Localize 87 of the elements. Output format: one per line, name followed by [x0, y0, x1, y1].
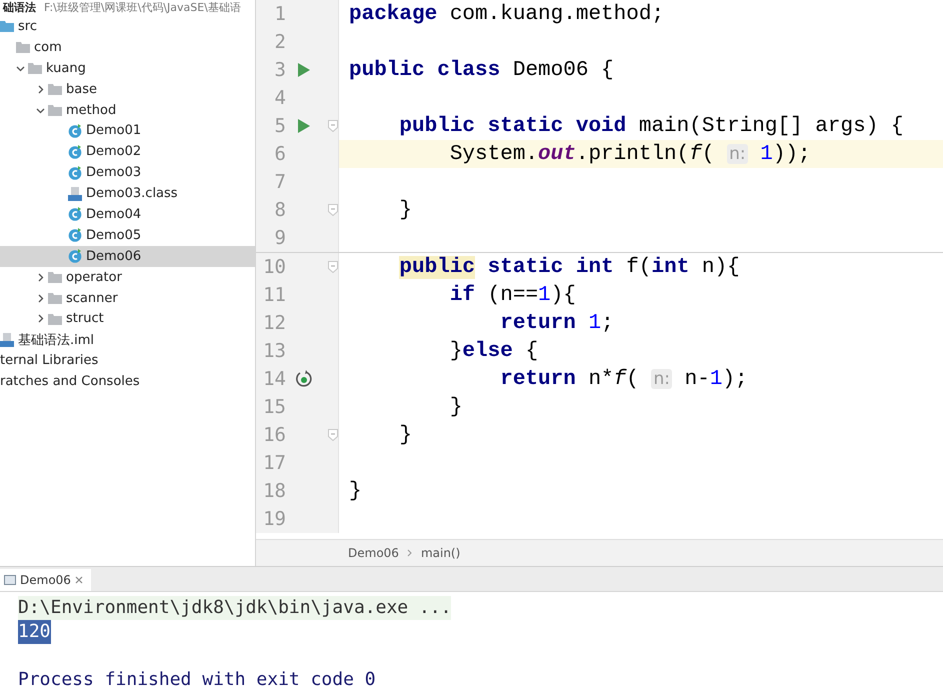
- tree-item[interactable]: scanner: [0, 288, 255, 308]
- folder-icon: [48, 312, 62, 325]
- code-line: System.out.println(f( n: 1));: [448, 142, 811, 166]
- file-icon: [68, 186, 82, 201]
- class-icon: [68, 207, 82, 222]
- class-icon: [68, 228, 82, 242]
- line-number: 10: [262, 256, 286, 278]
- breadcrumb[interactable]: main(): [420, 546, 460, 560]
- code-line: }else {: [448, 340, 538, 362]
- line-number: 13: [262, 340, 286, 362]
- code-line: if (n==1){: [448, 284, 576, 306]
- code-line: }: [448, 396, 462, 418]
- line-number: 7: [274, 171, 286, 193]
- tree-item[interactable]: Demo06: [0, 246, 255, 267]
- tree-item[interactable]: base: [0, 78, 255, 100]
- tree-item[interactable]: Demo03.class: [0, 183, 255, 204]
- line-number: 1: [274, 3, 286, 25]
- chevron-right-icon[interactable]: [36, 314, 44, 324]
- folder-icon: [48, 83, 62, 96]
- line-number: 14: [262, 368, 286, 390]
- line-number: 15: [262, 396, 286, 418]
- line-number: 4: [274, 87, 286, 109]
- close-icon[interactable]: [74, 576, 83, 584]
- fold-icon[interactable]: [328, 204, 338, 216]
- fold-icon[interactable]: [328, 429, 338, 441]
- tree-item[interactable]: 基础语法.iml: [0, 329, 255, 350]
- folder-icon: [28, 62, 42, 74]
- code-line: public static int f(int n){: [398, 256, 740, 278]
- folder-icon: [48, 292, 62, 304]
- project-path: F:\班级管理\网课班\代码\JavaSE\基础语: [44, 0, 241, 16]
- line-number: 18: [262, 480, 286, 502]
- line-number: 6: [274, 143, 286, 165]
- tree-item[interactable]: com: [0, 36, 255, 58]
- line-number: 8: [274, 199, 286, 221]
- code-line: return 1;: [499, 312, 614, 334]
- class-icon: [68, 124, 82, 138]
- line-number: 12: [262, 312, 286, 334]
- tree-item[interactable]: method: [0, 100, 255, 120]
- run-tab[interactable]: Demo06: [0, 569, 91, 591]
- chevron-right-icon[interactable]: [36, 84, 44, 94]
- run-icon[interactable]: [298, 63, 310, 77]
- code-line: public class Demo06 {: [348, 58, 614, 82]
- line-number: 5: [274, 115, 286, 137]
- folder-icon: [48, 104, 62, 116]
- fold-icon[interactable]: [328, 120, 338, 132]
- chevron-right-icon[interactable]: [36, 294, 44, 303]
- class-icon: [68, 144, 82, 159]
- chevron-down-icon[interactable]: [16, 64, 24, 73]
- line-number: 3: [274, 59, 286, 81]
- tree-item[interactable]: kuang: [0, 58, 255, 79]
- line-number: 17: [262, 452, 286, 474]
- line-number: 2: [274, 31, 286, 53]
- code-line: }: [398, 424, 412, 446]
- project-name: 础语法: [3, 0, 36, 16]
- line-number: 16: [262, 424, 286, 446]
- tree-item[interactable]: ratches and Consoles: [0, 371, 255, 392]
- tree-item[interactable]: struct: [0, 308, 255, 330]
- class-icon: [68, 166, 82, 180]
- tree-item[interactable]: Demo01: [0, 120, 255, 142]
- code-line: }: [348, 480, 362, 502]
- tree-item[interactable]: Demo02: [0, 141, 255, 162]
- recursion-icon: [295, 370, 313, 388]
- code-line: package com.kuang.method;: [348, 2, 664, 26]
- tree-item[interactable]: Demo05: [0, 224, 255, 246]
- folder-icon: [0, 20, 14, 32]
- fold-icon[interactable]: [328, 261, 338, 273]
- breadcrumb[interactable]: Demo06: [348, 546, 399, 560]
- tree-item[interactable]: Demo03: [0, 162, 255, 184]
- code-line: return n*f( n: n-1);: [499, 368, 748, 390]
- chevron-right-icon: [406, 549, 413, 557]
- tree-item[interactable]: Demo04: [0, 204, 255, 225]
- console-line: Process finished with exit code 0: [18, 668, 376, 688]
- code-line: }: [398, 198, 412, 222]
- tree-item[interactable]: operator: [0, 266, 255, 288]
- run-icon[interactable]: [298, 119, 310, 133]
- folder-icon: [48, 271, 62, 284]
- code-line: public static void main(String[] args) {: [398, 114, 904, 138]
- tree-item[interactable]: src: [0, 16, 255, 37]
- chevron-down-icon[interactable]: [36, 106, 44, 114]
- line-number: 9: [274, 227, 286, 249]
- class-icon: [68, 249, 82, 264]
- run-config-icon: [4, 574, 16, 586]
- folder-icon: [16, 41, 30, 54]
- line-number: 11: [262, 284, 286, 306]
- line-number: 19: [262, 508, 286, 530]
- tree-item[interactable]: ternal Libraries: [0, 350, 255, 372]
- chevron-right-icon[interactable]: [36, 272, 44, 282]
